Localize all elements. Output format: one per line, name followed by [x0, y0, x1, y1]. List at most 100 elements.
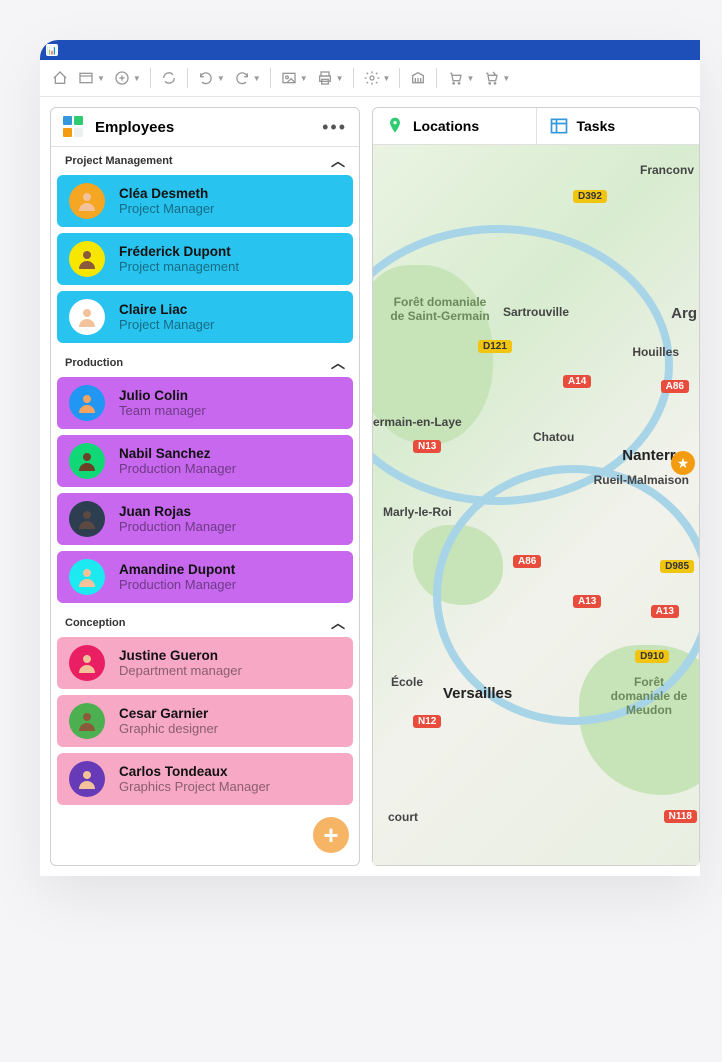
toolbar-separator	[399, 68, 400, 88]
map-marker-star[interactable]: ★	[671, 451, 695, 475]
employee-name: Justine Gueron	[119, 648, 242, 663]
employee-card[interactable]: Carlos Tondeaux Graphics Project Manager	[57, 753, 353, 805]
employee-info: Cléa Desmeth Project Manager	[119, 186, 214, 216]
employee-card[interactable]: Juan Rojas Production Manager	[57, 493, 353, 545]
map-label: Forêt domaniale de Meudon	[604, 675, 694, 717]
employee-name: Fréderick Dupont	[119, 244, 239, 259]
dropdown-caret-icon: ▼	[217, 74, 225, 83]
road-badge: A14	[563, 375, 591, 388]
employee-info: Claire Liac Project Manager	[119, 302, 214, 332]
employee-card[interactable]: Amandine Dupont Production Manager	[57, 551, 353, 603]
print-icon[interactable]	[313, 66, 337, 90]
avatar	[69, 299, 105, 335]
dropdown-caret-icon: ▼	[383, 74, 391, 83]
employee-card[interactable]: Claire Liac Project Manager	[57, 291, 353, 343]
cart-arrow-icon[interactable]	[479, 66, 503, 90]
avatar	[69, 443, 105, 479]
road-badge: A13	[573, 595, 601, 608]
map-label: ermain-en-Laye	[373, 415, 462, 429]
map-label: Rueil-Malmaison	[594, 473, 689, 487]
map-view[interactable]: Franconv Sartrouville Arg Houilles Rueil…	[373, 145, 699, 865]
bank-icon[interactable]	[406, 66, 430, 90]
employee-name: Carlos Tondeaux	[119, 764, 270, 779]
avatar	[69, 559, 105, 595]
dropdown-caret-icon: ▼	[97, 74, 105, 83]
dropdown-caret-icon: ▼	[133, 74, 141, 83]
map-pin-icon	[385, 116, 405, 136]
settings-icon[interactable]	[360, 66, 384, 90]
toolbar-separator	[187, 68, 188, 88]
employee-info: Julio Colin Team manager	[119, 388, 206, 418]
road-badge: N13	[413, 440, 441, 453]
image-icon[interactable]	[277, 66, 301, 90]
add-employee-button[interactable]: +	[313, 817, 349, 853]
home-icon[interactable]	[48, 66, 72, 90]
road-badge: N12	[413, 715, 441, 728]
employees-panel: Employees ••• Project Management︿ Cléa D…	[50, 107, 360, 866]
employee-card[interactable]: Fréderick Dupont Project management	[57, 233, 353, 285]
employee-name: Nabil Sanchez	[119, 446, 236, 461]
group-name: Production	[65, 357, 123, 369]
map-label: Chatou	[533, 430, 574, 444]
employee-card[interactable]: Julio Colin Team manager	[57, 377, 353, 429]
tab-label: Locations	[413, 118, 479, 134]
window-layout-icon[interactable]	[74, 66, 98, 90]
employee-info: Amandine Dupont Production Manager	[119, 562, 236, 592]
map-label: École	[391, 675, 423, 689]
app-window: 📊 ▼ ▼ ▼ ▼ ▼ ▼ ▼ ▼ ▼ Employees •	[40, 40, 700, 876]
employee-card[interactable]: Cléa Desmeth Project Manager	[57, 175, 353, 227]
app-icon: 📊	[46, 44, 58, 56]
tab-tasks[interactable]: Tasks	[537, 108, 700, 144]
employee-role: Team manager	[119, 403, 206, 418]
table-icon	[549, 116, 569, 136]
employee-info: Nabil Sanchez Production Manager	[119, 446, 236, 476]
redo-icon[interactable]	[230, 66, 254, 90]
group-name: Project Management	[65, 155, 173, 167]
employee-role: Production Manager	[119, 519, 236, 534]
employee-name: Juan Rojas	[119, 504, 236, 519]
employee-name: Julio Colin	[119, 388, 206, 403]
toolbar-separator	[150, 68, 151, 88]
road-badge: A86	[661, 380, 689, 393]
employee-name: Cesar Garnier	[119, 706, 218, 721]
cart-icon[interactable]	[443, 66, 467, 90]
tab-locations[interactable]: Locations	[373, 108, 537, 144]
group-header[interactable]: Production ︿	[51, 349, 359, 377]
chevron-up-icon: ︿	[331, 353, 345, 373]
employee-role: Department manager	[119, 663, 242, 678]
road-badge: D910	[635, 650, 669, 663]
group-header[interactable]: Project Management ︿	[51, 147, 359, 175]
map-label: Houilles	[632, 345, 679, 359]
main-body: Employees ••• Project Management︿ Cléa D…	[40, 97, 700, 876]
employee-role: Graphic designer	[119, 721, 218, 736]
chevron-up-icon: ︿	[331, 151, 345, 171]
employee-card[interactable]: Cesar Garnier Graphic designer	[57, 695, 353, 747]
group-header[interactable]: Conception︿	[51, 609, 359, 637]
avatar	[69, 761, 105, 797]
map-label: Arg	[671, 305, 697, 322]
road-badge: D392	[573, 190, 607, 203]
employee-card[interactable]: Justine Gueron Department manager	[57, 637, 353, 689]
employee-name: Claire Liac	[119, 302, 214, 317]
employee-role: Production Manager	[119, 577, 236, 592]
toolbar-separator	[353, 68, 354, 88]
toolbar-separator	[270, 68, 271, 88]
group-name: Conception	[65, 617, 126, 629]
employee-card[interactable]: Nabil Sanchez Production Manager	[57, 435, 353, 487]
road-badge: A86	[513, 555, 541, 568]
add-icon[interactable]	[110, 66, 134, 90]
employee-info: Justine Gueron Department manager	[119, 648, 242, 678]
road-badge: D985	[660, 560, 694, 573]
panel-more-button[interactable]: •••	[322, 117, 347, 138]
dropdown-caret-icon: ▼	[253, 74, 261, 83]
employee-info: Carlos Tondeaux Graphics Project Manager	[119, 764, 270, 794]
employee-role: Graphics Project Manager	[119, 779, 270, 794]
employee-role: Project management	[119, 259, 239, 274]
tab-label: Tasks	[577, 118, 616, 134]
refresh-icon[interactable]	[157, 66, 181, 90]
employee-name: Cléa Desmeth	[119, 186, 214, 201]
employee-role: Production Manager	[119, 461, 236, 476]
road-badge: A13	[651, 605, 679, 618]
right-panel-tabs: Locations Tasks	[373, 108, 699, 145]
undo-icon[interactable]	[194, 66, 218, 90]
